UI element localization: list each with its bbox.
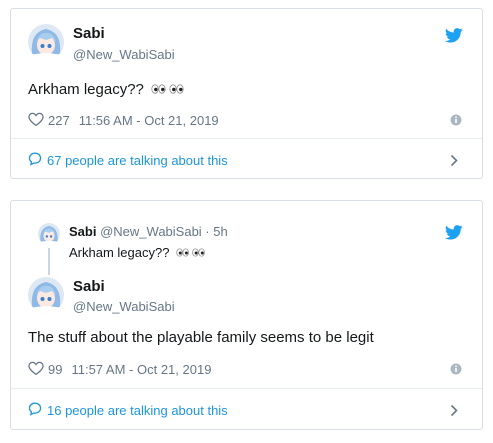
- display-name[interactable]: Sabi: [73, 278, 105, 295]
- twitter-bird-icon[interactable]: [444, 225, 463, 245]
- speech-bubble-icon: [28, 402, 42, 419]
- tweet-text-content: Arkham legacy??: [28, 81, 149, 98]
- user-handle[interactable]: @New_WabiSabi: [73, 299, 175, 314]
- conversation-link[interactable]: 67 people are talking about this: [28, 152, 228, 169]
- thread-line: [48, 248, 50, 275]
- tweet-card-2: Sabi @New_WabiSabi · 5h Arkham legacy?? …: [10, 200, 483, 430]
- heart-icon[interactable]: [28, 112, 44, 129]
- twitter-bird-icon[interactable]: [444, 28, 463, 48]
- tweet-meta: 99 11:57 AM - Oct 21, 2019: [28, 361, 211, 378]
- quoted-display-name[interactable]: Sabi: [69, 224, 96, 239]
- eyes-emoji: [176, 246, 206, 261]
- conversation-count[interactable]: 16 people are talking about this: [47, 403, 228, 418]
- quoted-text: Arkham legacy??: [69, 245, 206, 261]
- divider: [11, 138, 482, 139]
- conversation-count[interactable]: 67 people are talking about this: [47, 153, 228, 168]
- chevron-right-icon[interactable]: [450, 404, 458, 422]
- heart-icon[interactable]: [28, 361, 44, 378]
- eyes-emoji: [151, 82, 185, 99]
- divider: [11, 388, 482, 389]
- like-count[interactable]: 99: [48, 362, 62, 377]
- quoted-handle[interactable]: @New_WabiSabi · 5h: [100, 224, 228, 239]
- user-handle[interactable]: @New_WabiSabi: [73, 47, 175, 62]
- info-icon[interactable]: [450, 362, 462, 380]
- display-name[interactable]: Sabi: [73, 25, 105, 42]
- chevron-right-icon[interactable]: [450, 154, 458, 172]
- quoted-header: Sabi @New_WabiSabi · 5h: [69, 224, 228, 239]
- tweet-card-1: Sabi @New_WabiSabi Arkham legacy?? 227 1…: [10, 8, 483, 179]
- tweet-text: Arkham legacy??: [28, 81, 185, 99]
- info-icon[interactable]: [450, 113, 462, 131]
- tweet-meta: 227 11:56 AM - Oct 21, 2019: [28, 112, 219, 129]
- avatar[interactable]: [28, 277, 64, 313]
- timestamp[interactable]: 11:56 AM - Oct 21, 2019: [79, 113, 219, 128]
- quoted-text-content: Arkham legacy??: [69, 245, 174, 260]
- conversation-link[interactable]: 16 people are talking about this: [28, 402, 228, 419]
- avatar[interactable]: [28, 24, 64, 60]
- like-count[interactable]: 227: [48, 113, 70, 128]
- speech-bubble-icon: [28, 152, 42, 169]
- timestamp[interactable]: 11:57 AM - Oct 21, 2019: [71, 362, 211, 377]
- tweet-text: The stuff about the playable family seem…: [28, 329, 374, 346]
- avatar-small[interactable]: [38, 223, 60, 245]
